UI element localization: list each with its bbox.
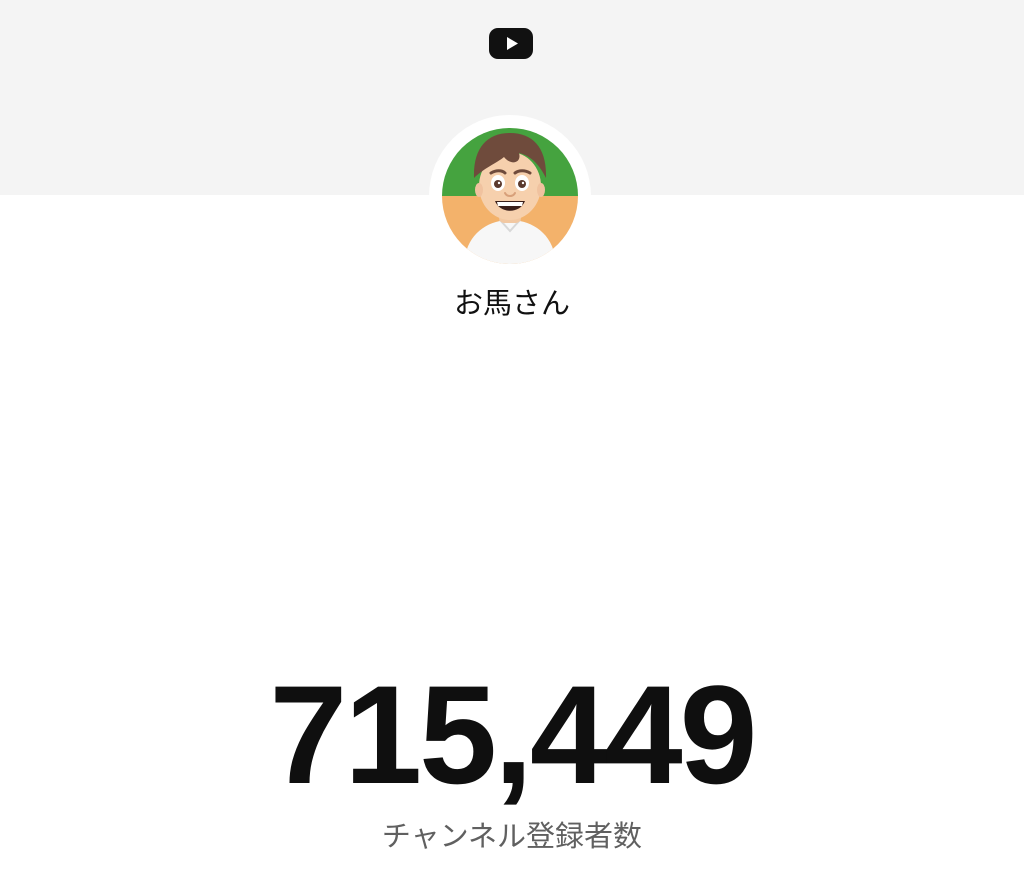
youtube-logo-icon[interactable] bbox=[489, 28, 533, 59]
subscriber-label: チャンネル登録者数 bbox=[381, 819, 643, 853]
channel-name[interactable]: お馬さん bbox=[0, 283, 1024, 323]
avatar[interactable] bbox=[442, 128, 578, 264]
memoji-avatar-icon bbox=[442, 128, 578, 264]
subscriber-count: 715,449 bbox=[269, 656, 757, 813]
